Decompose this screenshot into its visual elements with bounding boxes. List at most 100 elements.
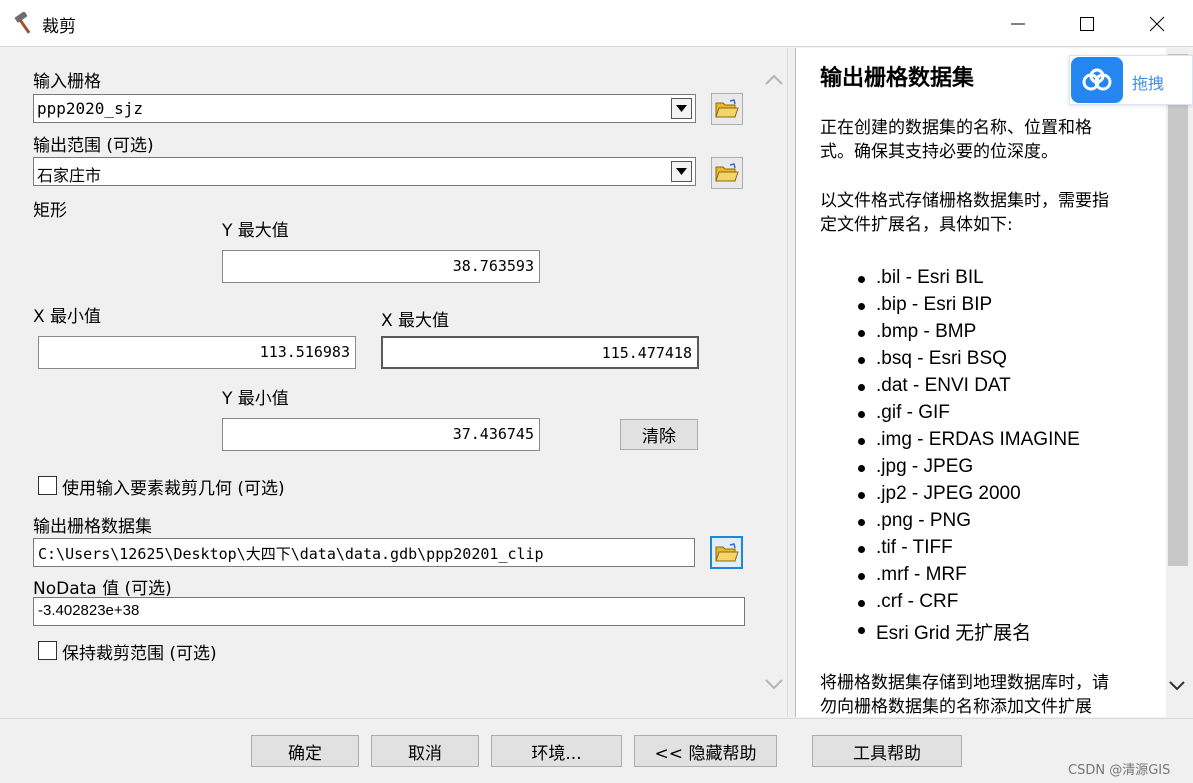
hammer-icon xyxy=(12,11,38,34)
y-min-label: Y 最小值 xyxy=(222,389,289,409)
x-min-label: X 最小值 xyxy=(33,307,102,327)
y-max-input[interactable]: 38.763593 xyxy=(222,250,540,283)
hide-help-button[interactable]: << 隐藏帮助 xyxy=(634,735,777,767)
help-paragraph-1-line: 式。确保其支持必要的位深度。 xyxy=(820,142,1058,162)
format-list-item-label: .bmp - BMP xyxy=(876,321,977,342)
close-icon xyxy=(1149,16,1165,31)
bullet-icon xyxy=(858,627,865,634)
bullet-icon xyxy=(858,600,865,607)
format-list-item: .img - ERDAS IMAGINE xyxy=(858,429,1158,456)
format-list-item-label: Esri Grid 无扩展名 xyxy=(876,623,1032,644)
window-title: 裁剪 xyxy=(42,17,76,37)
bullet-icon xyxy=(858,573,865,580)
format-list-item-label: .bil - Esri BIL xyxy=(876,267,984,288)
bullet-icon xyxy=(858,519,865,526)
format-list-item-label: .dat - ENVI DAT xyxy=(876,375,1011,396)
scroll-up-arrow-icon[interactable] xyxy=(764,72,784,90)
help-scrollbar-thumb[interactable] xyxy=(1168,54,1188,566)
help-scroll-down-icon[interactable] xyxy=(1168,678,1186,696)
format-list-item-label: .bsq - Esri BSQ xyxy=(876,348,1007,369)
bullet-icon xyxy=(858,384,865,391)
help-paragraph-2-line: 定文件扩展名，具体如下: xyxy=(820,215,1013,235)
y-max-label: Y 最大值 xyxy=(222,221,289,241)
format-list-item: .gif - GIF xyxy=(858,402,1158,429)
use-input-features-checkbox[interactable] xyxy=(38,476,57,495)
baidu-cloud-icon xyxy=(1071,57,1123,103)
y-min-input[interactable]: 37.436745 xyxy=(222,418,540,451)
format-list: .bil - Esri BIL .bip - Esri BIP .bmp - BMP… xyxy=(858,267,1158,645)
use-input-features-label: 使用输入要素裁剪几何 (可选) xyxy=(62,479,285,499)
input-raster-combobox[interactable]: ppp2020_sjz xyxy=(33,94,696,123)
clear-button[interactable]: 清除 xyxy=(620,419,698,450)
help-paragraph-3: 将栅格数据集存储到地理数据库时，请 勿向栅格数据集的名称添加文件扩展 xyxy=(820,671,1160,717)
format-list-item: .png - PNG xyxy=(858,510,1158,537)
format-list-item-label: .jp2 - JPEG 2000 xyxy=(876,483,1021,504)
maximize-button[interactable] xyxy=(1064,0,1110,47)
help-paragraph-2-line: 以文件格式存储栅格数据集时，需要指 xyxy=(820,191,1109,211)
open-folder-icon xyxy=(715,99,739,118)
format-list-item-label: .img - ERDAS IMAGINE xyxy=(876,429,1080,450)
open-folder-icon xyxy=(714,542,739,561)
format-list-item: .mrf - MRF xyxy=(858,564,1158,591)
help-paragraph-1: 正在创建的数据集的名称、位置和格 式。确保其支持必要的位深度。 xyxy=(820,116,1160,164)
format-list-item: .jp2 - JPEG 2000 xyxy=(858,483,1158,510)
nodata-value: -3.402823e+38 xyxy=(38,602,140,619)
bullet-icon xyxy=(858,330,865,337)
environments-button[interactable]: 环境... xyxy=(491,735,622,767)
bullet-icon xyxy=(858,465,865,472)
close-button[interactable] xyxy=(1134,0,1180,47)
help-paragraph-3-line: 勿向栅格数据集的名称添加文件扩展 xyxy=(820,697,1092,717)
format-list-item: .bip - Esri BIP xyxy=(858,294,1158,321)
minimize-button[interactable] xyxy=(995,0,1041,47)
output-raster-value: C:\Users\12625\Desktop\大四下\data\data.gdb… xyxy=(38,545,544,563)
dropdown-arrow-icon[interactable] xyxy=(671,161,692,182)
bullet-icon xyxy=(858,492,865,499)
browse-extent-button[interactable] xyxy=(711,157,743,189)
maintain-extent-checkbox[interactable] xyxy=(38,641,57,660)
nodata-input[interactable]: -3.402823e+38 xyxy=(33,597,745,626)
ok-button[interactable]: 确定 xyxy=(251,735,359,767)
format-list-item-label: .crf - CRF xyxy=(876,591,959,612)
help-panel: 输出栅格数据集 正在创建的数据集的名称、位置和格 式。确保其支持必要的位深度。 … xyxy=(795,48,1166,717)
format-list-item: .bmp - BMP xyxy=(858,321,1158,348)
format-list-item: .jpg - JPEG xyxy=(858,456,1158,483)
scroll-down-arrow-icon[interactable] xyxy=(764,678,784,696)
format-list-item-label: .tif - TIFF xyxy=(876,537,953,558)
bullet-icon xyxy=(858,411,865,418)
help-paragraph-2: 以文件格式存储栅格数据集时，需要指 定文件扩展名，具体如下: xyxy=(820,189,1160,237)
tool-help-button[interactable]: 工具帮助 xyxy=(812,735,962,767)
output-extent-label: 输出范围 (可选) xyxy=(33,136,154,156)
baidu-drag-text: 拖拽 xyxy=(1132,74,1165,93)
output-extent-combobox[interactable]: 石家庄市 xyxy=(33,157,696,186)
bullet-icon xyxy=(858,357,865,364)
maximize-icon xyxy=(1080,16,1094,31)
format-list-item: .dat - ENVI DAT xyxy=(858,375,1158,402)
dropdown-arrow-icon[interactable] xyxy=(671,98,692,119)
bullet-icon xyxy=(858,303,865,310)
format-list-item-label: .jpg - JPEG xyxy=(876,456,974,477)
x-min-value: 113.516983 xyxy=(259,343,350,361)
format-list-item-label: .gif - GIF xyxy=(876,402,950,423)
cancel-button[interactable]: 取消 xyxy=(371,735,479,767)
output-raster-input[interactable]: C:\Users\12625\Desktop\大四下\data\data.gdb… xyxy=(33,538,695,567)
browse-output-button[interactable] xyxy=(710,536,743,569)
input-raster-label: 输入栅格 xyxy=(33,72,101,92)
bullet-icon xyxy=(858,438,865,445)
y-min-value: 37.436745 xyxy=(452,425,534,443)
format-list-item: Esri Grid 无扩展名 xyxy=(858,618,1158,645)
bullet-icon xyxy=(858,276,865,283)
output-raster-label: 输出栅格数据集 xyxy=(33,517,152,537)
output-extent-value: 石家庄市 xyxy=(37,166,102,185)
x-max-label: X 最大值 xyxy=(381,311,450,331)
y-max-value: 38.763593 xyxy=(452,257,534,275)
browse-input-raster-button[interactable] xyxy=(711,93,743,125)
format-list-item: .bsq - Esri BSQ xyxy=(858,348,1158,375)
watermark-text: CSDN @清源GIS xyxy=(1068,763,1171,778)
x-max-input[interactable]: 115.477418 xyxy=(381,336,699,369)
format-list-item: .crf - CRF xyxy=(858,591,1158,618)
x-min-input[interactable]: 113.516983 xyxy=(38,336,356,369)
open-folder-icon xyxy=(715,163,739,182)
input-raster-value: ppp2020_sjz xyxy=(37,99,143,118)
format-list-item: .tif - TIFF xyxy=(858,537,1158,564)
nodata-label: NoData 值 (可选) xyxy=(33,579,172,599)
